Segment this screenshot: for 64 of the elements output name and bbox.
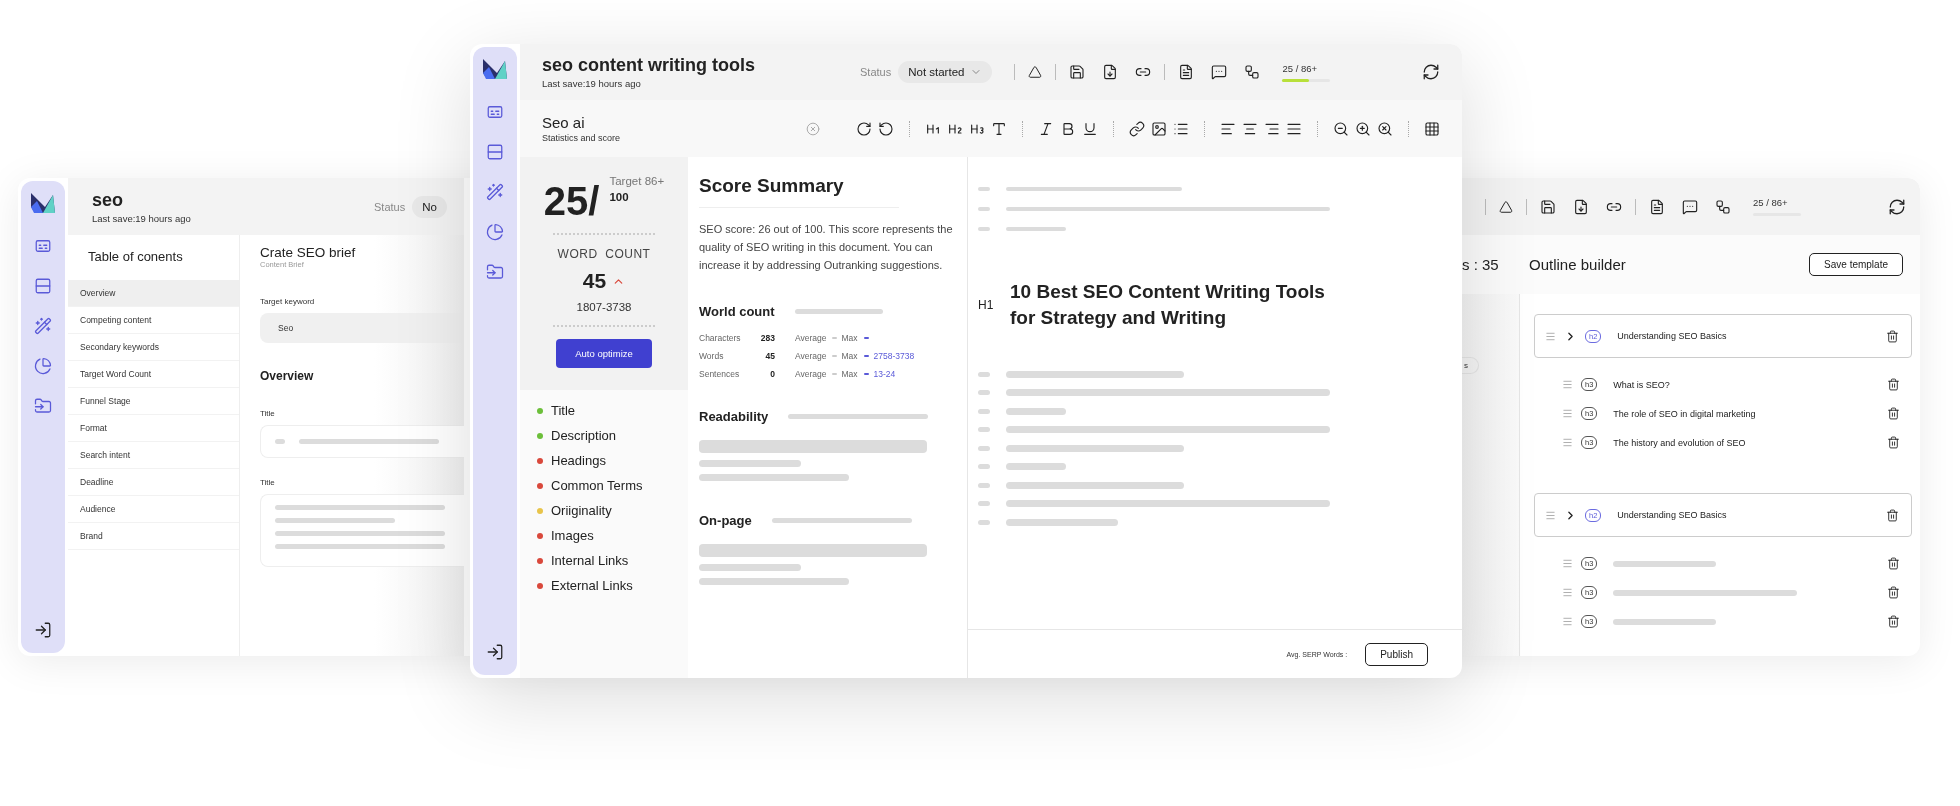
check-label[interactable]: External Links [551, 578, 633, 593]
outline-subheading-text: The history and evolution of SEO [1613, 437, 1746, 448]
brief-title: Crate SEO brief [260, 245, 357, 260]
target-score: Target 86+ [609, 175, 665, 187]
panel-title: Seo ai [542, 114, 586, 131]
last-save-text: Last save:19 hours ago [542, 78, 642, 89]
outline-title: Outline builder [1529, 256, 1626, 273]
toc-title: Table of conents [87, 248, 184, 266]
word-count-value: 45 [582, 269, 607, 293]
average-label: Average [795, 351, 827, 361]
last-save-text: Last save:19 hours ago [92, 212, 192, 224]
check-label[interactable]: Oriiginality [551, 503, 612, 518]
outline-heading-text: Understanding SEO Basics [1617, 510, 1727, 520]
max-label: Max [841, 333, 858, 343]
range-value: 13-24 [873, 369, 896, 379]
stat-label: Characters [699, 333, 742, 343]
check-label[interactable]: Internal Links [551, 553, 629, 568]
publish-button[interactable]: Publish [1365, 642, 1428, 666]
document-title: seo [92, 189, 125, 211]
score-meter-text: 25 / 86+ [1753, 197, 1789, 208]
max-label: Max [841, 369, 858, 379]
auto-optimize-button[interactable]: Auto optimize [556, 339, 652, 368]
summary-title: Score Summary [699, 175, 899, 208]
section-title: Readability [699, 409, 769, 424]
max-score: 100 [609, 191, 630, 203]
headings-count: s : 35 [1462, 256, 1500, 273]
max-label: Max [841, 351, 858, 361]
save-template-button[interactable]: Save template [1809, 253, 1903, 276]
field-label: Target keyword [260, 297, 316, 306]
check-label[interactable]: Common Terms [551, 478, 643, 493]
outline-subheading-text: The role of SEO in digital marketing [1613, 408, 1756, 419]
check-label[interactable]: Headings [551, 453, 606, 468]
check-label[interactable]: Title [551, 403, 576, 418]
outline-heading-text: Understanding SEO Basics [1617, 331, 1727, 341]
summary-text: SEO score: 26 out of 100. This score represents the quality of SEO writing in this document. You can increase it by addressing Outranking suggestions. [699, 222, 954, 273]
article-heading[interactable]: 10 Best SEO Content Writing Tools for Strategy and Writing [1010, 279, 1340, 331]
stat-value: 283 [759, 333, 775, 343]
average-label: Average [795, 333, 827, 343]
toc-item[interactable]: Overview [68, 280, 239, 307]
field-label: Title [260, 478, 276, 487]
heading-tag: H1 [978, 298, 996, 312]
section-title: Overview [260, 369, 315, 383]
outline-subheading-text: What is SEO? [1613, 379, 1670, 390]
section-title: World count [699, 304, 775, 319]
range-value: 2758-3738 [873, 351, 915, 361]
section-title: On-page [699, 513, 752, 528]
check-label[interactable]: Description [551, 428, 617, 443]
field-label: Title [260, 409, 276, 418]
check-label[interactable]: Images [551, 528, 594, 543]
panel-subtitle: Statistics and score [542, 133, 622, 143]
stat-value: 0 [769, 369, 775, 379]
status-dropdown[interactable]: No [412, 195, 447, 218]
word-count-label: WORD COUNT [557, 247, 651, 261]
status-dropdown[interactable]: Not started [898, 61, 993, 83]
status-label: Status [860, 66, 892, 78]
word-count-range: 1807-3738 [576, 301, 632, 313]
stat-label: Words [699, 351, 725, 361]
document-title: seo content writing tools [542, 55, 756, 76]
average-label: Average [795, 369, 827, 379]
score-value: 25/ [543, 181, 600, 221]
stat-label: Sentences [699, 369, 741, 379]
score-meter-text: 25 / 86+ [1282, 62, 1319, 74]
status-label: Status [374, 200, 406, 213]
stat-value: 45 [764, 351, 775, 361]
